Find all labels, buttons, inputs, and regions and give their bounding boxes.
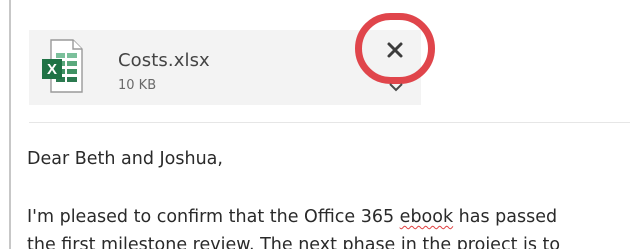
message-text: I'm pleased to confirm that the Office 3…	[27, 207, 400, 227]
excel-file-icon: X	[42, 39, 83, 93]
close-icon[interactable]	[386, 41, 404, 59]
chevron-down-icon[interactable]	[388, 82, 404, 92]
email-compose-window: X Costs.xlsx 10 KB Dear Beth and Joshua,…	[0, 0, 630, 249]
misspelled-word[interactable]: ebook	[400, 207, 453, 227]
message-greeting[interactable]: Dear Beth and Joshua,	[27, 149, 223, 169]
message-text: has passed	[453, 207, 558, 227]
attachment-file-size: 10 KB	[118, 78, 157, 93]
message-line[interactable]: the first milestone review. The next pha…	[27, 235, 560, 249]
message-line[interactable]: I'm pleased to confirm that the Office 3…	[27, 207, 557, 227]
excel-icon-letter: X	[47, 61, 57, 78]
window-border	[9, 0, 11, 249]
divider	[29, 122, 630, 123]
attachment-file-name[interactable]: Costs.xlsx	[118, 50, 210, 71]
